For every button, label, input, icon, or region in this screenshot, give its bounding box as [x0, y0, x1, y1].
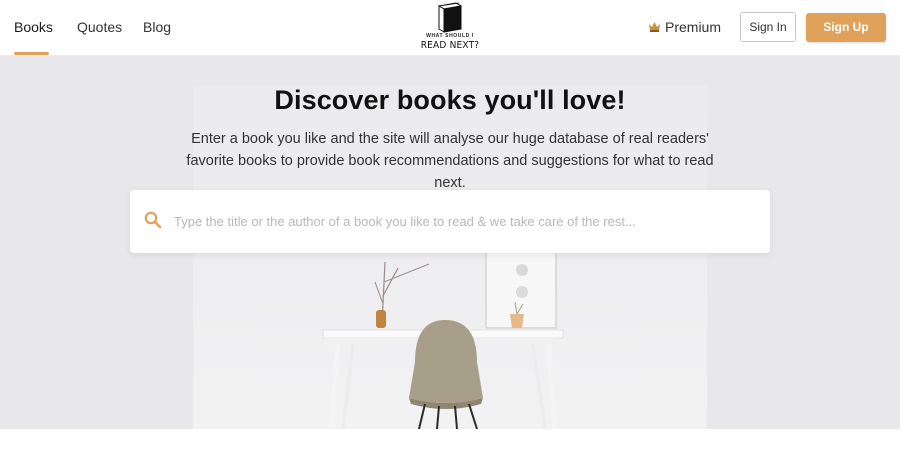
- top-navbar: Books Quotes Blog WHAT SHOULD I READ NEX…: [0, 0, 900, 56]
- hero-subtitle: Enter a book you like and the site will …: [186, 131, 714, 191]
- site-logo[interactable]: WHAT SHOULD I READ NEXT?: [418, 0, 482, 54]
- content-area: [0, 429, 900, 466]
- premium-link[interactable]: Premium: [648, 0, 721, 56]
- nav-books[interactable]: Books: [14, 0, 53, 56]
- sign-in-button[interactable]: Sign In: [740, 12, 796, 42]
- nav-quotes[interactable]: Quotes: [77, 0, 122, 56]
- logo-wordmark: READ NEXT?: [420, 40, 480, 51]
- sign-up-button[interactable]: Sign Up: [806, 13, 886, 42]
- hero-section: Discover books you'll love! Enter a book…: [0, 56, 900, 429]
- premium-label: Premium: [665, 19, 722, 35]
- book-logo-icon: [437, 2, 463, 33]
- search-input[interactable]: [174, 190, 760, 253]
- crown-icon: [649, 22, 660, 33]
- search-box[interactable]: [130, 190, 770, 253]
- nav-blog[interactable]: Blog: [143, 0, 171, 56]
- hero-title: Discover books you'll love!: [274, 85, 626, 115]
- search-icon: [144, 211, 162, 229]
- logo-tagline: WHAT SHOULD I: [426, 33, 474, 39]
